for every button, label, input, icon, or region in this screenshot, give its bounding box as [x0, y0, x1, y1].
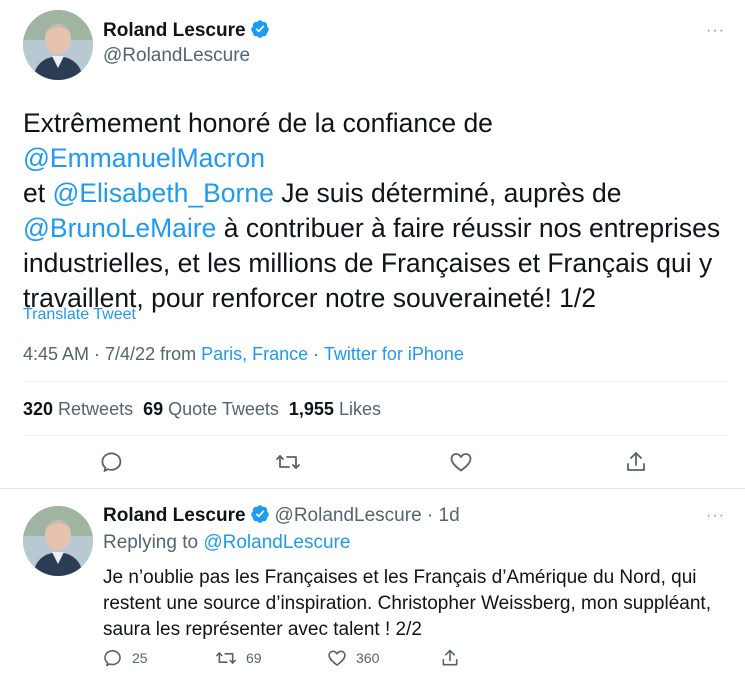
reply-count: 25	[132, 650, 148, 666]
reply-author-avatar[interactable]	[23, 506, 93, 576]
tweet-location[interactable]: Paris, France	[201, 344, 308, 364]
translate-tweet-link[interactable]: Translate Tweet	[23, 306, 136, 324]
tweet-text-part: et	[23, 178, 53, 208]
share-icon[interactable]	[440, 648, 460, 668]
meta-separator: ·	[308, 344, 324, 364]
author-name-row[interactable]: Roland Lescure	[103, 19, 270, 42]
reply-author-handle[interactable]: @RolandLescure	[275, 505, 422, 526]
retweets-label: Retweets	[53, 399, 134, 419]
engagement-stats: 320 Retweets 69 Quote Tweets 1,955 Likes	[23, 399, 381, 420]
reply-action-reply[interactable]: 25	[103, 648, 148, 668]
share-icon[interactable]	[624, 450, 648, 474]
mention-elisabeth-borne[interactable]: @Elisabeth_Borne	[52, 178, 273, 208]
like-count: 360	[356, 650, 380, 666]
tweet-source[interactable]: Twitter for iPhone	[324, 344, 464, 364]
quotes-label: Quote Tweets	[163, 399, 279, 419]
reply-more-icon[interactable]: ···	[706, 507, 725, 525]
replying-to-label: Replying to	[103, 532, 204, 553]
quotes-count: 69	[143, 399, 164, 419]
tweet-text: Extrêmement honoré de la confiance de @E…	[23, 106, 728, 316]
verified-badge-icon	[250, 19, 270, 39]
reply-text: Je n’oublie pas les Françaises et les Fr…	[103, 567, 711, 640]
author-name[interactable]: Roland Lescure	[103, 20, 246, 41]
like-icon[interactable]	[449, 450, 473, 474]
reply-icon[interactable]	[103, 648, 123, 668]
avatar-image	[23, 506, 93, 576]
retweets-stat[interactable]: 320 Retweets	[23, 399, 133, 419]
likes-stat[interactable]: 1,955 Likes	[289, 399, 381, 419]
reply-icon[interactable]	[100, 450, 124, 474]
divider	[23, 381, 728, 382]
section-divider	[0, 488, 745, 489]
retweets-count: 320	[23, 399, 54, 419]
reply-action-like[interactable]: 360	[327, 648, 379, 668]
retweet-icon[interactable]	[275, 450, 301, 474]
tweet-text-part: Extrêmement honoré de la confiance de	[23, 108, 493, 138]
tweet-metadata: 4:45 AM · 7/4/22 from Paris, France · Tw…	[23, 344, 464, 365]
verified-badge-icon	[250, 504, 270, 524]
reply-age[interactable]: · 1d	[422, 505, 460, 526]
divider	[23, 435, 728, 436]
retweet-count: 69	[246, 650, 262, 666]
author-handle[interactable]: @RolandLescure	[103, 45, 250, 67]
retweet-icon[interactable]	[215, 648, 237, 668]
quotes-stat[interactable]: 69 Quote Tweets	[143, 399, 279, 419]
more-icon[interactable]: ···	[706, 22, 725, 40]
tweet-timestamp[interactable]: 4:45 AM · 7/4/22 from	[23, 344, 201, 364]
tweet-text-part: Je suis déterminé, auprès de	[273, 178, 622, 208]
replying-to: Replying to @RolandLescure	[103, 532, 350, 554]
mention-emmanuel-macron[interactable]: @EmmanuelMacron	[23, 143, 265, 173]
likes-label: Likes	[333, 399, 381, 419]
like-icon[interactable]	[327, 648, 347, 668]
reply-action-retweet[interactable]: 69	[215, 648, 262, 668]
reply-header: Roland Lescure @RolandLescure · 1d	[103, 504, 460, 527]
author-avatar[interactable]	[23, 10, 93, 80]
replying-to-handle[interactable]: @RolandLescure	[203, 532, 350, 553]
reply-author-name[interactable]: Roland Lescure	[103, 505, 246, 526]
avatar-image	[23, 10, 93, 80]
likes-count: 1,955	[288, 399, 334, 419]
mention-bruno-lemaire[interactable]: @BrunoLeMaire	[23, 213, 216, 243]
